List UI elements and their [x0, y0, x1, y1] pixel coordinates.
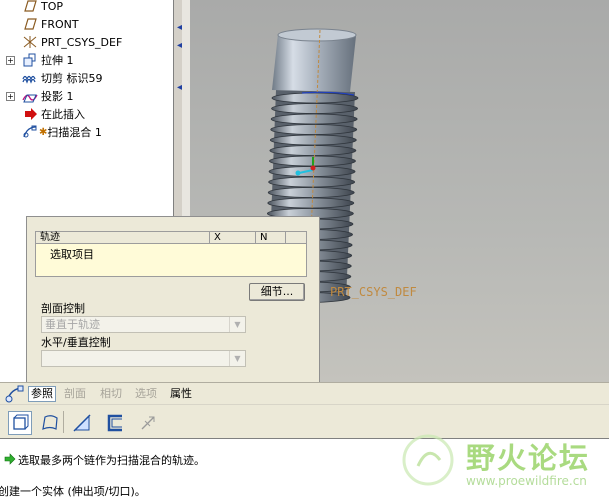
tree-item-cut[interactable]: 切剪 标识59	[22, 69, 103, 87]
trajectory-table[interactable]: 轨迹 X N 选取项目	[35, 231, 307, 277]
expand-toggle[interactable]: +	[6, 56, 15, 65]
tree-item-front[interactable]: FRONT	[22, 15, 79, 33]
tree-item-swept-blend[interactable]: ✱ 扫描混合 1	[22, 123, 102, 141]
flip-direction-button[interactable]	[136, 411, 160, 435]
details-button[interactable]: 细节...	[249, 283, 305, 301]
insert-here-arrow-icon	[22, 107, 38, 121]
thread-ring	[269, 145, 357, 156]
horizontal-vertical-control-label: 水平/垂直控制	[41, 336, 111, 349]
column-header-x: X	[210, 232, 256, 243]
dashboard-toolbar	[0, 404, 609, 438]
chevron-down-icon[interactable]: ▼	[229, 317, 245, 332]
chevron-down-icon[interactable]: ▼	[229, 351, 245, 366]
thicken-button[interactable]	[104, 411, 128, 435]
thread-ring	[270, 113, 358, 125]
datum-plane-icon	[22, 17, 38, 31]
coordinate-system-icon	[22, 35, 38, 49]
prompt-text: 选取最多两个链作为扫描混合的轨迹。	[18, 454, 205, 467]
extrude-icon	[22, 53, 38, 67]
tree-item-label: PRT_CSYS_DEF	[41, 35, 123, 49]
tab-options[interactable]: 选项	[133, 386, 159, 402]
references-panel: 轨迹 X N 选取项目 细节... 剖面控制 垂直于轨迹 ▼ 水平/垂直控制 ▼	[26, 216, 320, 382]
dashboard-tab-bar: 参照 剖面 相切 选项 属性	[0, 382, 609, 404]
thicken-icon	[107, 414, 122, 432]
toolbar-separator	[63, 411, 64, 433]
thread-ring	[271, 103, 358, 114]
tree-item-label: 投影 1	[41, 90, 74, 103]
horizontal-vertical-control-select[interactable]: ▼	[41, 350, 246, 367]
feature-insert-mark-icon: ✱	[39, 126, 48, 138]
swept-blend-icon	[22, 125, 38, 139]
status-message: 创建一个实体 (伸出项/切口)。	[0, 485, 146, 498]
cut-material-icon	[73, 414, 91, 432]
tree-item-label: 切剪 标识59	[41, 72, 103, 85]
thread-ring	[271, 92, 359, 104]
section-control-value: 垂直于轨迹	[45, 318, 100, 331]
trajectory-select-row[interactable]: 选取项目	[36, 244, 306, 262]
section-control-label: 剖面控制	[41, 302, 85, 315]
cut-icon	[22, 71, 38, 85]
remove-material-button[interactable]	[70, 411, 94, 435]
tree-item-label: 拉伸 1	[41, 54, 74, 67]
thread-ring	[268, 176, 356, 188]
thread-ring	[267, 187, 355, 198]
thread-ring	[269, 134, 357, 146]
tree-item-insert-here[interactable]: 在此插入	[22, 105, 85, 123]
column-header-n: N	[256, 232, 286, 243]
tab-tangency[interactable]: 相切	[98, 386, 124, 402]
thread-ring	[270, 124, 358, 135]
tree-item-label: 扫描混合 1	[47, 126, 102, 139]
message-area: 选取最多两个链作为扫描混合的轨迹。 创建一个实体 (伸出项/切口)。	[0, 438, 609, 499]
solid-button[interactable]	[8, 411, 32, 435]
prompt-arrow-icon	[4, 452, 16, 468]
tab-properties[interactable]: 属性	[168, 386, 194, 402]
tree-item-top[interactable]: TOP	[22, 0, 63, 15]
projection-icon	[22, 89, 38, 103]
thread-ring	[267, 197, 355, 209]
tree-item-extrude[interactable]: 拉伸 1	[22, 51, 74, 69]
solid-icon	[13, 414, 29, 430]
datum-plane-icon	[22, 0, 38, 13]
prompt-message: 选取最多两个链作为扫描混合的轨迹。	[4, 452, 205, 468]
tree-item-csys[interactable]: PRT_CSYS_DEF	[22, 33, 122, 51]
blend-direction-icon	[141, 416, 155, 430]
csys-label: PRT_CSYS_DEF	[330, 285, 417, 299]
column-header-trajectory: 轨迹	[36, 232, 210, 243]
tab-references[interactable]: 参照	[28, 386, 56, 402]
surface-icon	[42, 415, 58, 430]
tree-item-projection[interactable]: 投影 1	[22, 87, 74, 105]
expand-toggle[interactable]: +	[6, 92, 15, 101]
surface-button[interactable]	[38, 411, 62, 435]
tree-item-label: TOP	[41, 0, 64, 13]
tree-item-label: 在此插入	[41, 108, 85, 121]
tree-item-label: FRONT	[41, 17, 79, 31]
tab-sections[interactable]: 剖面	[62, 386, 88, 402]
section-control-select[interactable]: 垂直于轨迹 ▼	[41, 316, 246, 333]
trajectory-table-header: 轨迹 X N	[36, 232, 306, 244]
